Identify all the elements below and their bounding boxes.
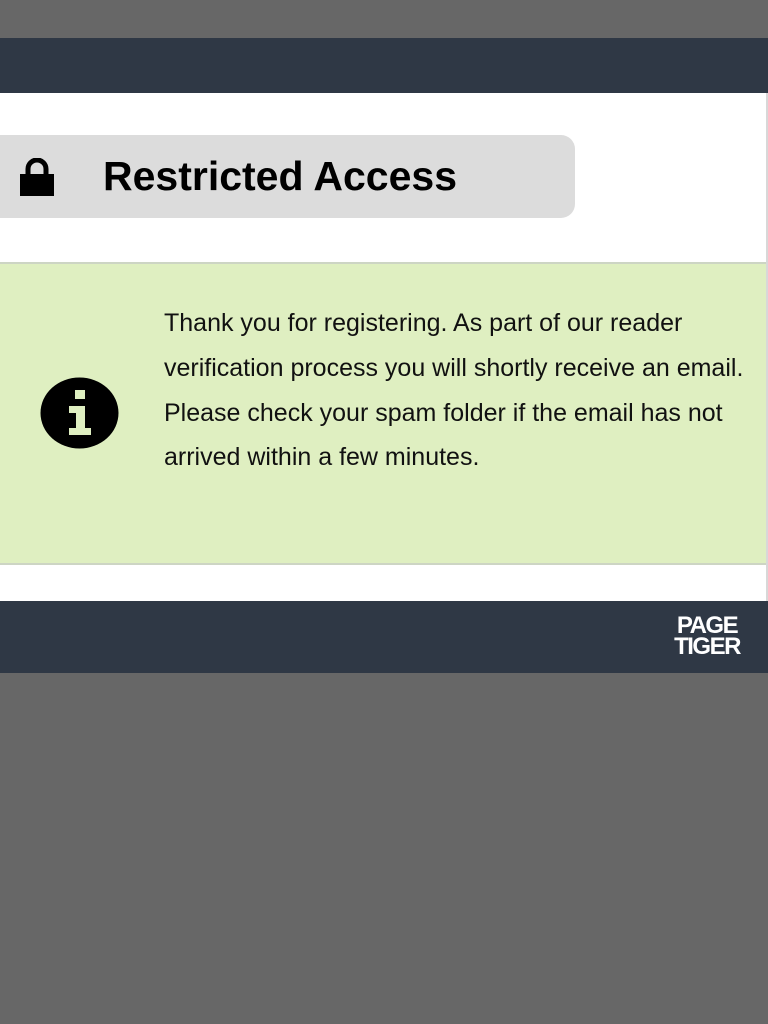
pagetiger-logo: PAGE TIGER <box>666 614 748 660</box>
page-title: Restricted Access <box>103 153 458 199</box>
dialog-header-bar <box>0 38 768 93</box>
info-icon <box>40 377 119 449</box>
dialog-footer-bar: PAGE TIGER <box>0 601 768 673</box>
info-notice: Thank you for registering. As part of ou… <box>0 262 766 565</box>
title-banner: Restricted Access <box>0 135 575 218</box>
restricted-access-dialog: Restricted Access Thank you for register… <box>0 38 768 673</box>
lock-icon <box>20 158 54 196</box>
logo-line-tiger: TIGER <box>674 633 741 660</box>
dialog-body: Restricted Access Thank you for register… <box>0 93 768 601</box>
notice-paragraph-spam: Please check your spam folder if the ema… <box>164 398 723 472</box>
notice-message: Thank you for registering. As part of ou… <box>164 301 744 480</box>
notice-paragraph-registration: Thank you for registering. As part of ou… <box>164 309 744 382</box>
